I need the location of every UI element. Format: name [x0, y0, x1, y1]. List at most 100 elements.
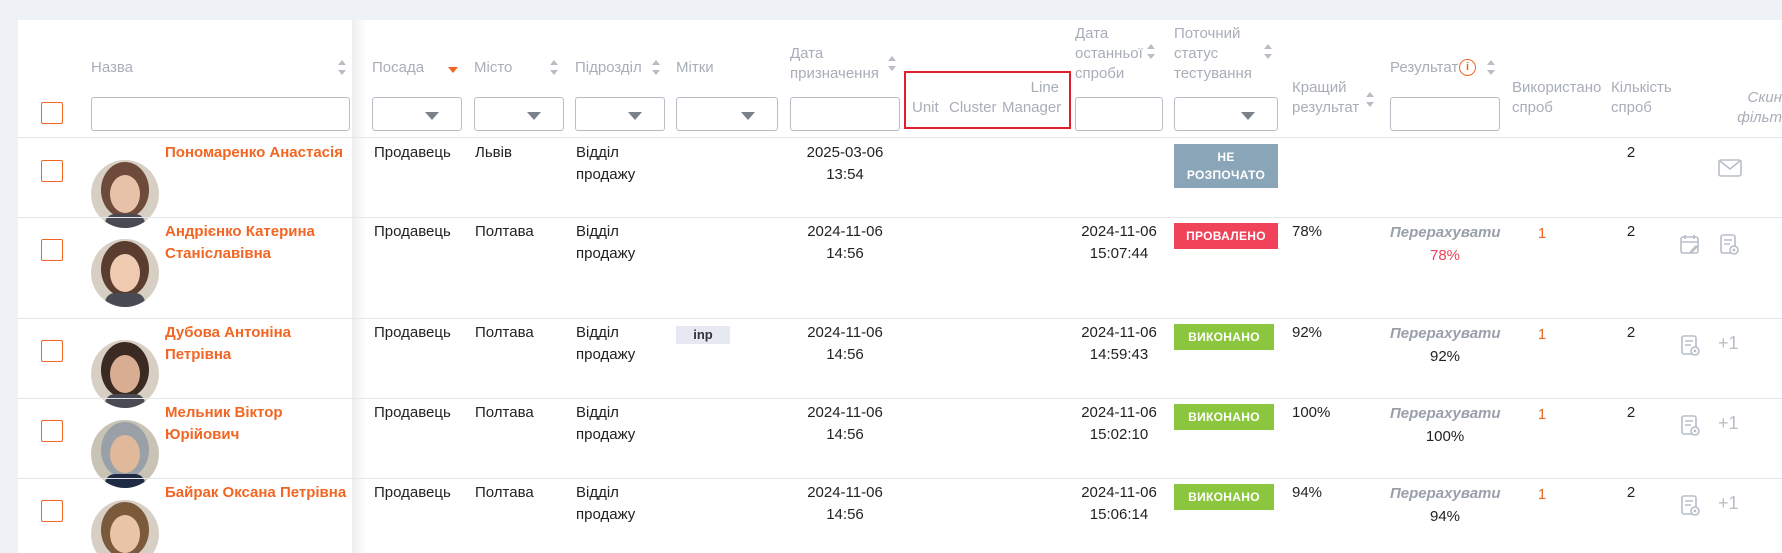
filter-city-select[interactable]	[474, 97, 564, 131]
employee-name-link[interactable]: Мельник Віктор Юрійович	[165, 402, 283, 446]
recalculate-link[interactable]: Перерахувати	[1390, 405, 1501, 422]
used-attempts-link[interactable]: 1	[1512, 225, 1572, 242]
header-unit: Unit	[912, 99, 939, 116]
best-result-cell: 92%	[1292, 324, 1323, 341]
more-actions-button[interactable]: +1	[1718, 492, 1739, 514]
row-divider	[18, 478, 1782, 479]
recalculate-link[interactable]: Перерахувати	[1390, 485, 1501, 502]
more-actions-button[interactable]: +1	[1718, 412, 1739, 434]
header-last-try: Дата останньої спроби	[1075, 25, 1143, 82]
header-department: Підрозділ	[575, 59, 642, 76]
assigned-date-cell: 2024-11-06 14:56	[807, 484, 883, 523]
sort-desc-icon[interactable]	[448, 67, 458, 73]
filter-department-select[interactable]	[575, 97, 665, 131]
position-cell: Продавець	[374, 404, 451, 421]
last-try-cell: 2024-11-06 15:02:10	[1081, 404, 1157, 443]
sort-assigned-icon[interactable]	[888, 56, 897, 71]
row-checkbox[interactable]	[41, 239, 63, 261]
filter-assigned-date-input[interactable]	[790, 97, 900, 131]
row-checkbox[interactable]	[41, 340, 63, 362]
row-checkbox[interactable]	[41, 420, 63, 442]
result-value: 94%	[1429, 508, 1461, 525]
report-view-icon[interactable]	[1679, 494, 1701, 516]
attempts-count-cell: 2	[1626, 223, 1636, 240]
header-cluster: Cluster	[949, 99, 997, 116]
header-line-manager: Line Manager	[1002, 79, 1062, 116]
employee-name-link[interactable]: Пономаренко Анастасія	[165, 142, 343, 164]
employee-name-link[interactable]: Дубова Антоніна Петрівна	[165, 322, 291, 366]
row-divider	[18, 318, 1782, 319]
header-tags: Мітки	[676, 59, 714, 76]
filter-result-input[interactable]	[1390, 97, 1500, 131]
result-value: 78%	[1429, 247, 1461, 264]
filter-tags-select[interactable]	[676, 97, 778, 131]
more-actions-button[interactable]: +1	[1718, 332, 1739, 354]
header-used-attempts: Використано спроб	[1512, 79, 1602, 116]
assigned-date-cell: 2024-11-06 14:56	[807, 404, 883, 443]
employee-name-link[interactable]: Андрієнко Катерина Станіславівна	[165, 221, 315, 265]
sort-city-icon[interactable]	[550, 60, 559, 75]
department-cell: Відділ продажу	[576, 404, 636, 443]
city-cell: Полтава	[475, 404, 534, 421]
reset-filters-link[interactable]: Скин фільт	[1708, 88, 1782, 128]
used-attempts-link[interactable]: 1	[1512, 406, 1572, 423]
filter-status-select[interactable]	[1174, 97, 1278, 131]
row-divider	[18, 217, 1782, 218]
department-cell: Відділ продажу	[576, 223, 636, 262]
mail-icon[interactable]	[1718, 159, 1742, 177]
sort-department-icon[interactable]	[652, 60, 661, 75]
results-table: Назва Посада Місто Підрозділ Мітки Дата п…	[18, 20, 1782, 553]
city-cell: Полтава	[475, 324, 534, 341]
last-try-cell: 2024-11-06 15:06:14	[1081, 484, 1157, 523]
report-view-icon[interactable]	[1718, 233, 1740, 255]
sort-last-try-icon[interactable]	[1147, 44, 1156, 59]
header-name: Назва	[91, 59, 134, 76]
report-view-icon[interactable]	[1679, 414, 1701, 436]
recalculate-link[interactable]: Перерахувати	[1390, 325, 1501, 342]
used-attempts-link[interactable]: 1	[1512, 326, 1572, 343]
result-value: 100%	[1425, 428, 1465, 445]
city-cell: Львів	[475, 144, 512, 161]
last-try-cell: 2024-11-06 15:07:44	[1081, 223, 1157, 262]
status-badge: ВИКОНАНО	[1174, 324, 1274, 350]
header-result: Результат	[1390, 59, 1459, 76]
header-divider	[18, 137, 1782, 138]
best-result-cell: 78%	[1292, 223, 1323, 240]
header-position: Посада	[372, 59, 425, 76]
sort-status-icon[interactable]	[1264, 44, 1273, 59]
city-cell: Полтава	[475, 223, 534, 240]
avatar	[91, 239, 159, 307]
sticky-column-shadow	[352, 20, 366, 553]
status-badge: ПРОВАЛЕНО	[1174, 223, 1278, 249]
tag-badge: inp	[676, 326, 730, 344]
status-badge: НЕ РОЗПОЧАТО	[1174, 144, 1278, 188]
sort-name-icon[interactable]	[338, 60, 347, 75]
header-status: Поточний статус тестування	[1174, 25, 1252, 82]
sort-best-icon[interactable]	[1366, 92, 1375, 107]
department-cell: Відділ продажу	[576, 144, 636, 183]
row-checkbox[interactable]	[41, 160, 63, 182]
row-checkbox[interactable]	[41, 500, 63, 522]
attempts-count-cell: 2	[1626, 324, 1636, 341]
report-view-icon[interactable]	[1679, 334, 1701, 356]
attempts-count-cell: 2	[1626, 484, 1636, 501]
department-cell: Відділ продажу	[576, 484, 636, 523]
department-cell: Відділ продажу	[576, 324, 636, 363]
filter-last-try-input[interactable]	[1075, 97, 1163, 131]
assigned-date-cell: 2024-11-06 14:56	[807, 223, 883, 262]
best-result-cell: 94%	[1292, 484, 1323, 501]
select-all-checkbox[interactable]	[41, 102, 63, 124]
used-attempts-link[interactable]: 1	[1512, 486, 1572, 503]
attempts-count-cell: 2	[1626, 404, 1636, 421]
header-best-result: Кращий результат	[1292, 79, 1360, 116]
avatar	[91, 500, 159, 553]
employee-name-link[interactable]: Байрак Оксана Петрівна	[165, 482, 346, 504]
header-city: Місто	[474, 59, 513, 76]
recalculate-link[interactable]: Перерахувати	[1390, 224, 1501, 241]
filter-name-input[interactable]	[91, 97, 350, 131]
filter-position-select[interactable]	[372, 97, 462, 131]
calendar-edit-icon[interactable]	[1679, 233, 1701, 255]
info-icon[interactable]: i	[1459, 59, 1476, 76]
assigned-date-cell: 2024-11-06 14:56	[807, 324, 883, 363]
sort-result-icon[interactable]	[1487, 60, 1496, 75]
